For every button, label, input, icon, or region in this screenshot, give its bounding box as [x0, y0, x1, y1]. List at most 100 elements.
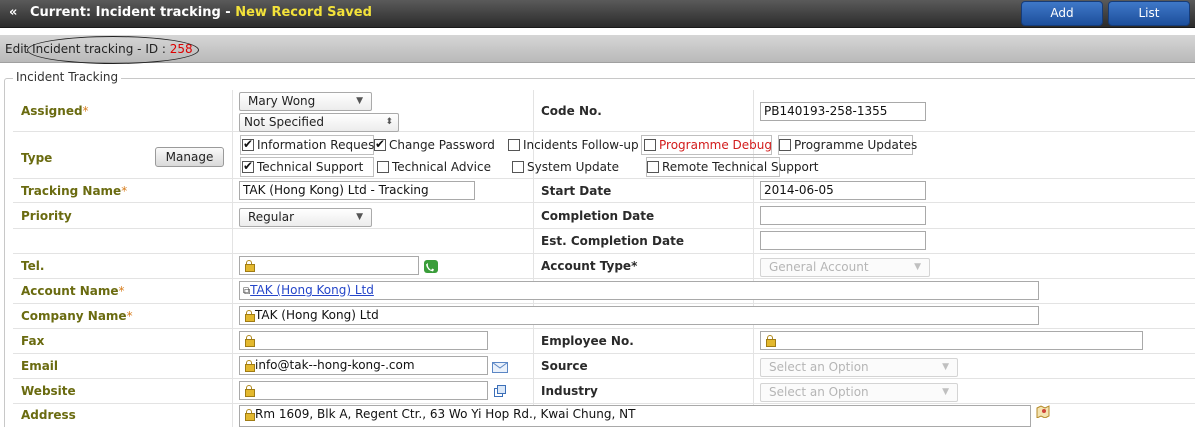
account-name-label: Account Name* [21, 284, 125, 298]
checkbox-label: System Update [527, 160, 620, 174]
checkbox-label: Technical Support [257, 160, 364, 174]
est-completion-date-label: Est. Completion Date [541, 234, 684, 248]
assigned-select[interactable]: Mary Wong ▼ [239, 92, 372, 111]
type-checkbox-change-password[interactable]: Change Password [374, 137, 495, 152]
chevron-down-icon: ▼ [942, 362, 949, 372]
company-name-label: Company Name* [21, 309, 133, 323]
checkbox-label: Change Password [389, 138, 495, 152]
source-select[interactable]: Select an Option ▼ [760, 358, 958, 377]
checkbox[interactable] [779, 139, 791, 151]
assigned-secondary-select[interactable]: Not Specified ⬍ [239, 113, 399, 132]
lock-icon [245, 335, 255, 347]
manage-button[interactable]: Manage [155, 147, 224, 167]
tracking-name-field[interactable]: TAK (Hong Kong) Ltd - Tracking [239, 181, 475, 200]
checkbox[interactable] [508, 139, 520, 151]
envelope-icon[interactable] [492, 362, 508, 373]
type-checkbox-incidents-follow-up[interactable]: Incidents Follow-up [508, 138, 639, 152]
address-field[interactable]: Rm 1609, Blk A, Regent Ctr., 63 Wo Yi Ho… [239, 405, 1031, 427]
industry-placeholder: Select an Option [769, 385, 869, 399]
completion-date-field[interactable] [760, 206, 926, 225]
type-checkbox-technical-support[interactable]: Technical Support [242, 159, 364, 174]
type-checkbox-programme-debug[interactable]: Programme Debug [644, 138, 772, 152]
map-icon[interactable] [1036, 405, 1050, 418]
tel-label: Tel. [21, 259, 45, 273]
chevron-down-icon: ▼ [356, 212, 363, 222]
account-type-value: General Account [769, 260, 869, 274]
email-label: Email [21, 359, 59, 373]
lock-icon [766, 335, 776, 347]
checkbox-label: Incidents Follow-up [523, 138, 639, 152]
company-name-value: TAK (Hong Kong) Ltd [255, 308, 379, 322]
checkbox[interactable] [242, 137, 254, 151]
employee-no-label: Employee No. [541, 334, 634, 348]
website-label: Website [21, 384, 76, 398]
checkbox[interactable] [512, 161, 524, 173]
type-checkbox-information-request[interactable]: Information Request [242, 137, 380, 152]
priority-value: Regular [248, 210, 295, 224]
checkbox-label: Programme Debug [659, 138, 772, 152]
chevron-down-icon: ▼ [914, 262, 921, 272]
code-no-field[interactable]: PB140193-258-1355 [760, 102, 926, 121]
checkbox[interactable] [242, 159, 254, 173]
fax-field[interactable] [239, 331, 488, 350]
checkbox-label: Remote Technical Support [662, 160, 819, 174]
checkbox[interactable] [377, 161, 389, 173]
account-name-field[interactable]: ⧉TAK (Hong Kong) Ltd [239, 281, 1039, 300]
type-label: Type [21, 151, 53, 165]
fax-label: Fax [21, 334, 45, 348]
start-date-label: Start Date [541, 184, 612, 198]
checkbox-label: Programme Updates [794, 138, 918, 152]
edit-prefix: Edit [5, 42, 29, 56]
account-name-link[interactable]: TAK (Hong Kong) Ltd [250, 283, 374, 297]
email-value: info@tak--hong-kong-.com [255, 358, 415, 372]
required-mark: * [121, 184, 128, 198]
external-link-icon[interactable] [494, 385, 506, 397]
checkbox[interactable] [647, 161, 659, 173]
industry-select[interactable]: Select an Option ▼ [760, 383, 958, 402]
type-checkbox-programme-updates[interactable]: Programme Updates [779, 138, 917, 152]
form-row [13, 379, 1195, 404]
account-type-label: Account Type* [541, 259, 637, 273]
start-date-field[interactable]: 2014-06-05 [760, 181, 926, 200]
completion-date-label: Completion Date [541, 209, 655, 223]
lock-icon [245, 360, 255, 372]
industry-label: Industry [541, 384, 598, 398]
email-field[interactable]: info@tak--hong-kong-.com [239, 356, 488, 375]
company-name-field[interactable]: TAK (Hong Kong) Ltd [239, 306, 1039, 325]
website-field[interactable] [239, 381, 488, 400]
required-mark: * [631, 259, 638, 273]
checkbox[interactable] [644, 139, 656, 151]
annotation-ellipse [27, 36, 199, 64]
page-title-text: Current: Incident tracking - [30, 5, 236, 20]
required-mark: * [126, 309, 133, 323]
source-label: Source [541, 359, 588, 373]
type-checkbox-technical-advice[interactable]: Technical Advice [377, 160, 491, 174]
priority-label: Priority [21, 209, 72, 223]
add-button[interactable]: Add [1021, 1, 1103, 26]
tel-field[interactable] [239, 256, 419, 275]
code-no-label: Code No. [541, 104, 602, 118]
double-chevron-left-icon[interactable]: « [9, 5, 17, 20]
account-type-select[interactable]: General Account ▼ [760, 258, 930, 277]
employee-no-field[interactable] [760, 331, 1143, 350]
save-status: New Record Saved [235, 5, 372, 20]
est-completion-date-field[interactable] [760, 231, 926, 250]
assigned-value: Mary Wong [248, 94, 316, 108]
fieldset-legend: Incident Tracking [13, 70, 122, 84]
source-placeholder: Select an Option [769, 360, 869, 374]
required-mark: * [118, 284, 125, 298]
tracking-name-label-text: Tracking Name [21, 184, 122, 198]
lock-icon [245, 409, 255, 421]
checkbox[interactable] [374, 137, 386, 151]
updown-arrow-icon: ⬍ [385, 117, 393, 127]
checkbox-label: Information Request [257, 138, 380, 152]
type-checkbox-remote-technical-support[interactable]: Remote Technical Support [647, 160, 818, 174]
form-row [13, 354, 1195, 379]
form-row [13, 90, 1195, 132]
type-checkbox-system-update[interactable]: System Update [512, 160, 619, 174]
assigned-label: Assigned* [21, 104, 89, 118]
list-button[interactable]: List [1108, 1, 1190, 26]
phone-icon[interactable] [424, 260, 438, 273]
account-type-label-text: Account Type [541, 259, 632, 273]
priority-select[interactable]: Regular ▼ [239, 208, 372, 227]
